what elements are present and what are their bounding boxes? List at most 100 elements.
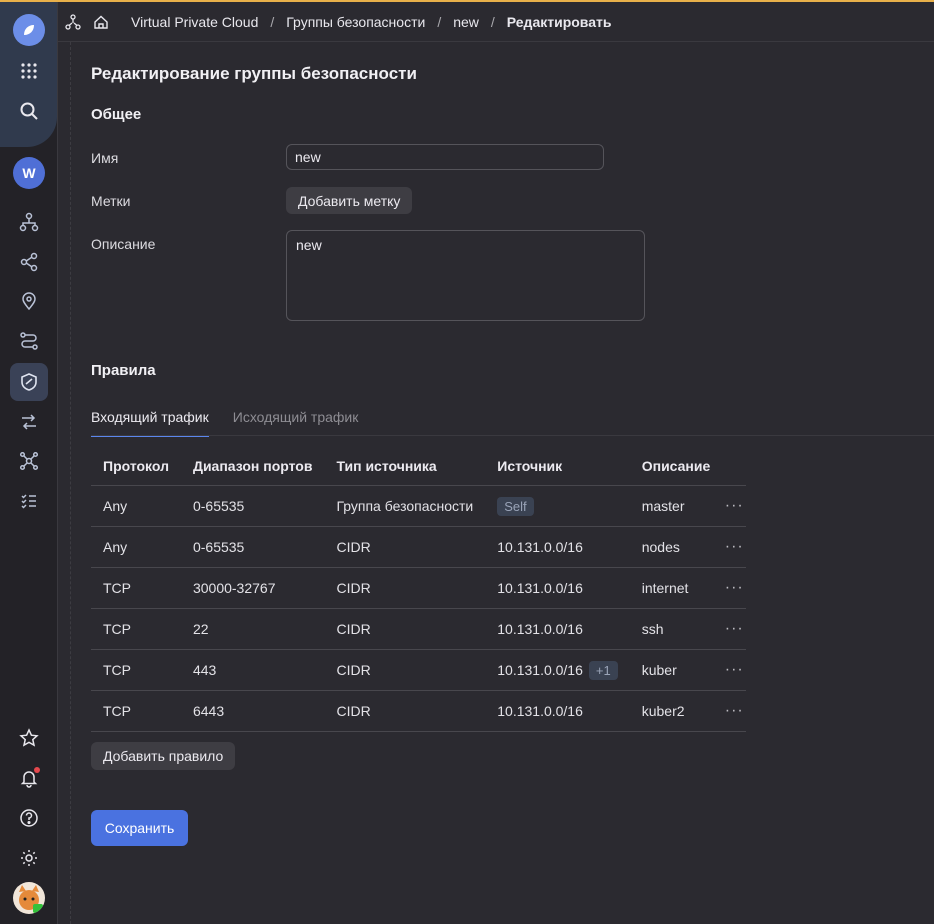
cell-protocol: Any [91, 485, 181, 527]
column-source-type: Тип источника [324, 446, 486, 486]
cell-description: master [629, 485, 723, 527]
column-description: Описание [629, 446, 723, 486]
tabs-divider [91, 435, 934, 436]
cell-source-type: CIDR [324, 526, 486, 568]
content-divider [70, 42, 72, 924]
source-value: 10.131.0.0/16 [497, 580, 583, 596]
tab-inbound-traffic[interactable]: Входящий трафик [91, 405, 209, 437]
source-value: 10.131.0.0/16 [497, 703, 583, 719]
cell-port-range: 0-65535 [180, 485, 325, 527]
name-input[interactable] [286, 144, 604, 170]
notification-dot [34, 767, 40, 773]
rules-section-title: Правила [91, 362, 156, 379]
hub-icon[interactable] [12, 444, 46, 478]
cell-source-type: CIDR [324, 608, 486, 650]
cell-source: 10.131.0.0/16 [485, 690, 630, 732]
column-port-range: Диапазон портов [180, 446, 325, 486]
help-icon[interactable] [12, 801, 46, 835]
cell-source: Self [485, 485, 630, 527]
add-rule-button[interactable]: Добавить правило [91, 742, 236, 770]
cell-source: 10.131.0.0/16 [485, 526, 630, 568]
source-value: 10.131.0.0/16 [497, 621, 583, 637]
cell-port-range: 6443 [180, 690, 325, 732]
column-source: Источник [485, 446, 630, 486]
share-nodes-icon[interactable] [12, 245, 46, 279]
shield-icon[interactable] [10, 363, 48, 401]
add-label-button[interactable]: Добавить метку [286, 187, 413, 214]
network-icon[interactable] [12, 205, 46, 239]
row-menu-icon[interactable]: ··· [722, 526, 747, 568]
location-pin-icon[interactable] [12, 284, 46, 318]
home-icon[interactable] [91, 12, 111, 32]
cell-description: internet [629, 567, 723, 609]
source-tag: Self [497, 496, 534, 516]
vpc-service-icon[interactable] [63, 12, 83, 32]
cell-source: 10.131.0.0/16 [485, 608, 630, 650]
table-header-row: Протокол Диапазон портов Тип источника И… [91, 446, 747, 486]
star-icon[interactable] [12, 721, 46, 755]
cell-port-range: 0-65535 [180, 526, 325, 568]
breadcrumb-current: Редактировать [506, 13, 612, 30]
name-label: Имя [91, 150, 119, 166]
cell-description: ssh [629, 608, 723, 650]
cell-source-type: CIDR [324, 649, 486, 691]
table-row[interactable]: TCP 30000-32767 CIDR 10.131.0.0/16 internet ·… [91, 567, 747, 609]
table-row[interactable]: Any 0-65535 Группа безопасности Self master ·… [91, 485, 747, 527]
cell-source-type: CIDR [324, 690, 486, 732]
rules-table-body: Any 0-65535 Группа безопасности Self master ·… [91, 485, 747, 732]
row-menu-icon[interactable]: ··· [722, 608, 747, 650]
cell-description: nodes [629, 526, 723, 568]
table-row[interactable]: TCP 22 CIDR 10.131.0.0/16 ssh ··· [91, 608, 747, 650]
table-row[interactable]: Any 0-65535 CIDR 10.131.0.0/16 nodes ··· [91, 526, 747, 568]
table-row[interactable]: TCP 443 CIDR 10.131.0.0/16 +1 kuber ··· [91, 649, 747, 691]
transfer-arrows-icon[interactable] [12, 405, 46, 439]
breadcrumb-separator: / [437, 13, 442, 30]
row-menu-icon[interactable]: ··· [722, 567, 747, 609]
search-icon[interactable] [12, 94, 46, 128]
cell-port-range: 443 [180, 649, 325, 691]
breadcrumb-group[interactable]: new [453, 14, 479, 30]
row-menu-icon[interactable]: ··· [722, 485, 747, 527]
breadcrumb-vpc[interactable]: Virtual Private Cloud [131, 14, 258, 30]
breadcrumb-separator: / [490, 13, 495, 30]
cell-port-range: 30000-32767 [180, 567, 325, 609]
cell-port-range: 22 [180, 608, 325, 650]
cell-description: kuber2 [629, 690, 723, 732]
gear-icon[interactable] [12, 841, 46, 875]
rules-table: Протокол Диапазон портов Тип источника И… [91, 446, 747, 732]
labels-label: Метки [91, 193, 131, 209]
tab-outbound-traffic[interactable]: Исходящий трафик [233, 405, 359, 435]
column-actions [722, 446, 747, 486]
breadcrumb-separator: / [270, 13, 275, 30]
bell-icon[interactable] [12, 761, 46, 795]
row-menu-icon[interactable]: ··· [722, 690, 747, 732]
description-label: Описание [91, 236, 156, 252]
cell-protocol: TCP [91, 690, 181, 732]
cell-protocol: TCP [91, 649, 181, 691]
cell-source: 10.131.0.0/16 [485, 567, 630, 609]
cell-protocol: TCP [91, 567, 181, 609]
source-value: 10.131.0.0/16 [497, 539, 583, 555]
source-value: 10.131.0.0/16 [497, 661, 583, 678]
cell-protocol: TCP [91, 608, 181, 650]
description-textarea[interactable]: new [286, 230, 645, 321]
route-icon[interactable] [12, 324, 46, 358]
table-row[interactable]: TCP 6443 CIDR 10.131.0.0/16 kuber2 ··· [91, 690, 747, 732]
checklist-icon[interactable] [12, 484, 46, 518]
folder-avatar[interactable]: W [13, 157, 45, 189]
breadcrumb-security-groups[interactable]: Группы безопасности [286, 14, 425, 30]
more-sources-badge[interactable]: +1 [588, 660, 618, 680]
user-avatar[interactable] [13, 882, 45, 914]
cell-protocol: Any [91, 526, 181, 568]
cell-source: 10.131.0.0/16 +1 [485, 649, 630, 691]
row-menu-icon[interactable]: ··· [722, 649, 747, 691]
save-button[interactable]: Сохранить [91, 810, 188, 846]
sidebar: W [0, 2, 58, 924]
general-section-title: Общее [91, 106, 142, 123]
page-title: Редактирование группы безопасности [91, 64, 417, 83]
cell-source-type: Группа безопасности [324, 485, 486, 527]
apps-grid-icon[interactable] [12, 54, 46, 88]
cloud-logo-icon[interactable] [13, 14, 45, 46]
cell-source-type: CIDR [324, 567, 486, 609]
column-protocol: Протокол [91, 446, 181, 486]
